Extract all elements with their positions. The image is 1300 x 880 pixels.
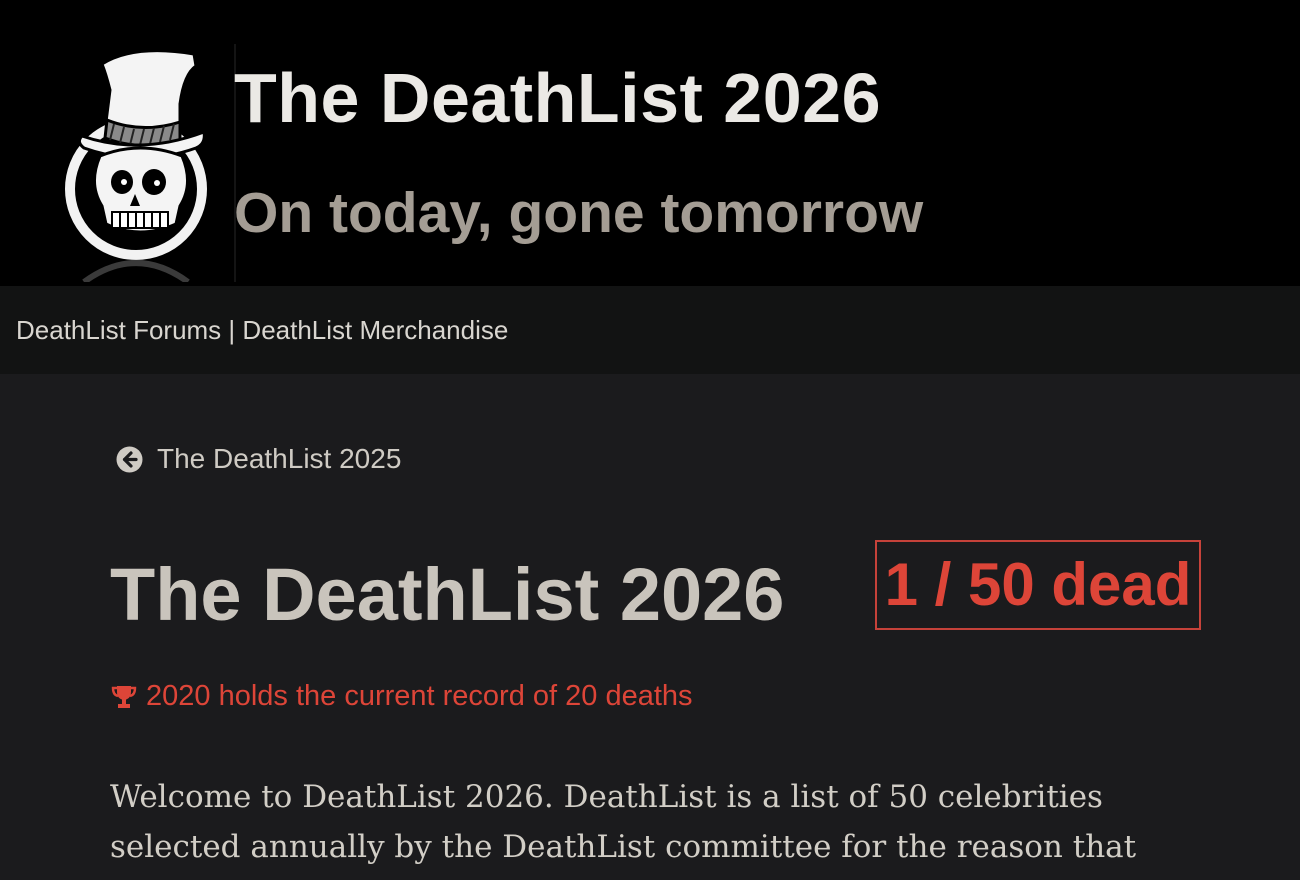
circle-arrow-left-icon [116, 446, 143, 473]
dead-counter-badge: 1 / 50 dead [875, 540, 1201, 630]
record-notice: 2020 holds the current record of 20 deat… [110, 680, 693, 713]
masthead: The DeathList 2026 On today, gone tomorr… [0, 0, 1300, 286]
previous-year-link-label: The DeathList 2025 [157, 443, 402, 474]
intro-paragraph: Welcome to DeathList 2026. DeathList is … [110, 779, 1137, 865]
previous-year-link[interactable]: The DeathList 2025 [116, 443, 401, 475]
trophy-icon [110, 683, 138, 711]
nav-link-merchandise[interactable]: DeathList Merchandise [242, 315, 508, 345]
page-title: The DeathList 2026 [110, 553, 785, 636]
skull-top-hat-icon[interactable] [44, 44, 236, 282]
site-title[interactable]: The DeathList 2026 [234, 58, 881, 138]
record-text: 2020 holds the current record of 20 deat… [146, 680, 693, 712]
nav-link-forums[interactable]: DeathList Forums [16, 315, 221, 345]
nav-separator: | [228, 315, 236, 345]
site-tagline: On today, gone tomorrow [234, 181, 924, 245]
top-nav-links: DeathList Forums | DeathList Merchandise [16, 313, 508, 347]
